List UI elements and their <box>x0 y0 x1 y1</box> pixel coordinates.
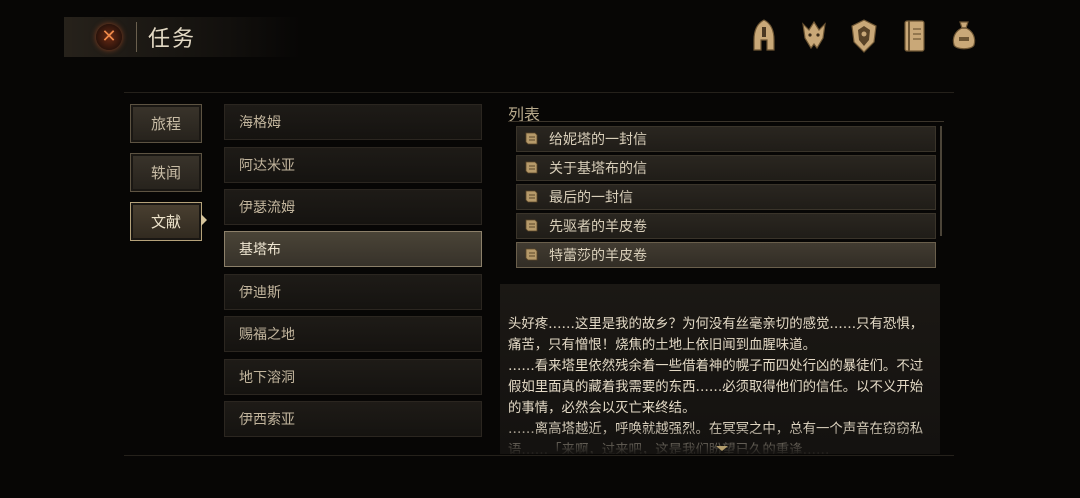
category-tab-journey[interactable]: 旅程 <box>130 104 202 143</box>
scroll-down-icon <box>716 446 728 451</box>
book-item-yiseliumu[interactable]: 伊瑟流姆 <box>224 189 482 225</box>
helmet-icon[interactable] <box>748 16 780 56</box>
scroll-icon <box>525 219 538 232</box>
shield-emblem-icon[interactable] <box>848 16 880 56</box>
document-text-panel[interactable]: 头好疼……这里是我的故乡？为何没有丝毫亲切的感觉……只有恐惧，痛苦，只有憎恨！烧… <box>500 284 940 454</box>
document-item[interactable]: 给妮塔的一封信 <box>516 126 936 152</box>
scroll-icon <box>525 161 538 174</box>
list-scrollbar[interactable] <box>940 126 942 236</box>
document-item[interactable]: 先驱者的羊皮卷 <box>516 213 936 239</box>
book-item-yidisi[interactable]: 伊迪斯 <box>224 274 482 310</box>
document-item-label: 特蕾莎的羊皮卷 <box>549 248 647 264</box>
page-title: 任务 <box>148 27 197 52</box>
pouch-icon[interactable] <box>948 16 980 56</box>
book-item-yixisuoya[interactable]: 伊西索亚 <box>224 401 482 437</box>
book-item-adamiya[interactable]: 阿达米亚 <box>224 147 482 183</box>
close-button[interactable]: ✕ <box>92 20 126 54</box>
book-item-dixia-rongdong[interactable]: 地下溶洞 <box>224 359 482 395</box>
header-divider <box>136 22 137 52</box>
scroll-icon <box>525 190 538 203</box>
journal-icon[interactable] <box>898 16 930 56</box>
book-item-jitabu[interactable]: 基塔布 <box>224 231 482 267</box>
frame-bottom-line <box>124 455 954 456</box>
document-item-label: 先驱者的羊皮卷 <box>549 219 647 235</box>
scroll-icon <box>525 132 538 145</box>
header-bar: ✕ 任务 <box>64 17 300 57</box>
category-tab-anecdotes[interactable]: 轶闻 <box>130 153 202 192</box>
document-item-label: 给妮塔的一封信 <box>549 132 647 148</box>
document-item[interactable]: 最后的一封信 <box>516 184 936 210</box>
wolf-emblem-icon[interactable] <box>798 16 830 56</box>
category-tab-documents[interactable]: 文献 <box>130 202 202 241</box>
document-item-selected[interactable]: 特蕾莎的羊皮卷 <box>516 242 936 268</box>
book-item-cifu[interactable]: 赐福之地 <box>224 316 482 352</box>
document-list[interactable]: 给妮塔的一封信 关于基塔布的信 最后的一封信 先驱者的羊皮卷 特蕾莎的羊皮卷 <box>516 126 936 272</box>
document-item-label: 最后的一封信 <box>549 190 633 206</box>
close-icon: ✕ <box>96 24 122 50</box>
document-item-label: 关于基塔布的信 <box>549 161 647 177</box>
book-item-haigemu[interactable]: 海格姆 <box>224 104 482 140</box>
frame-top-line <box>124 92 954 93</box>
document-item[interactable]: 关于基塔布的信 <box>516 155 936 181</box>
list-heading-divider <box>508 121 944 122</box>
selected-arrow-icon <box>201 214 207 226</box>
scroll-icon <box>525 248 538 261</box>
